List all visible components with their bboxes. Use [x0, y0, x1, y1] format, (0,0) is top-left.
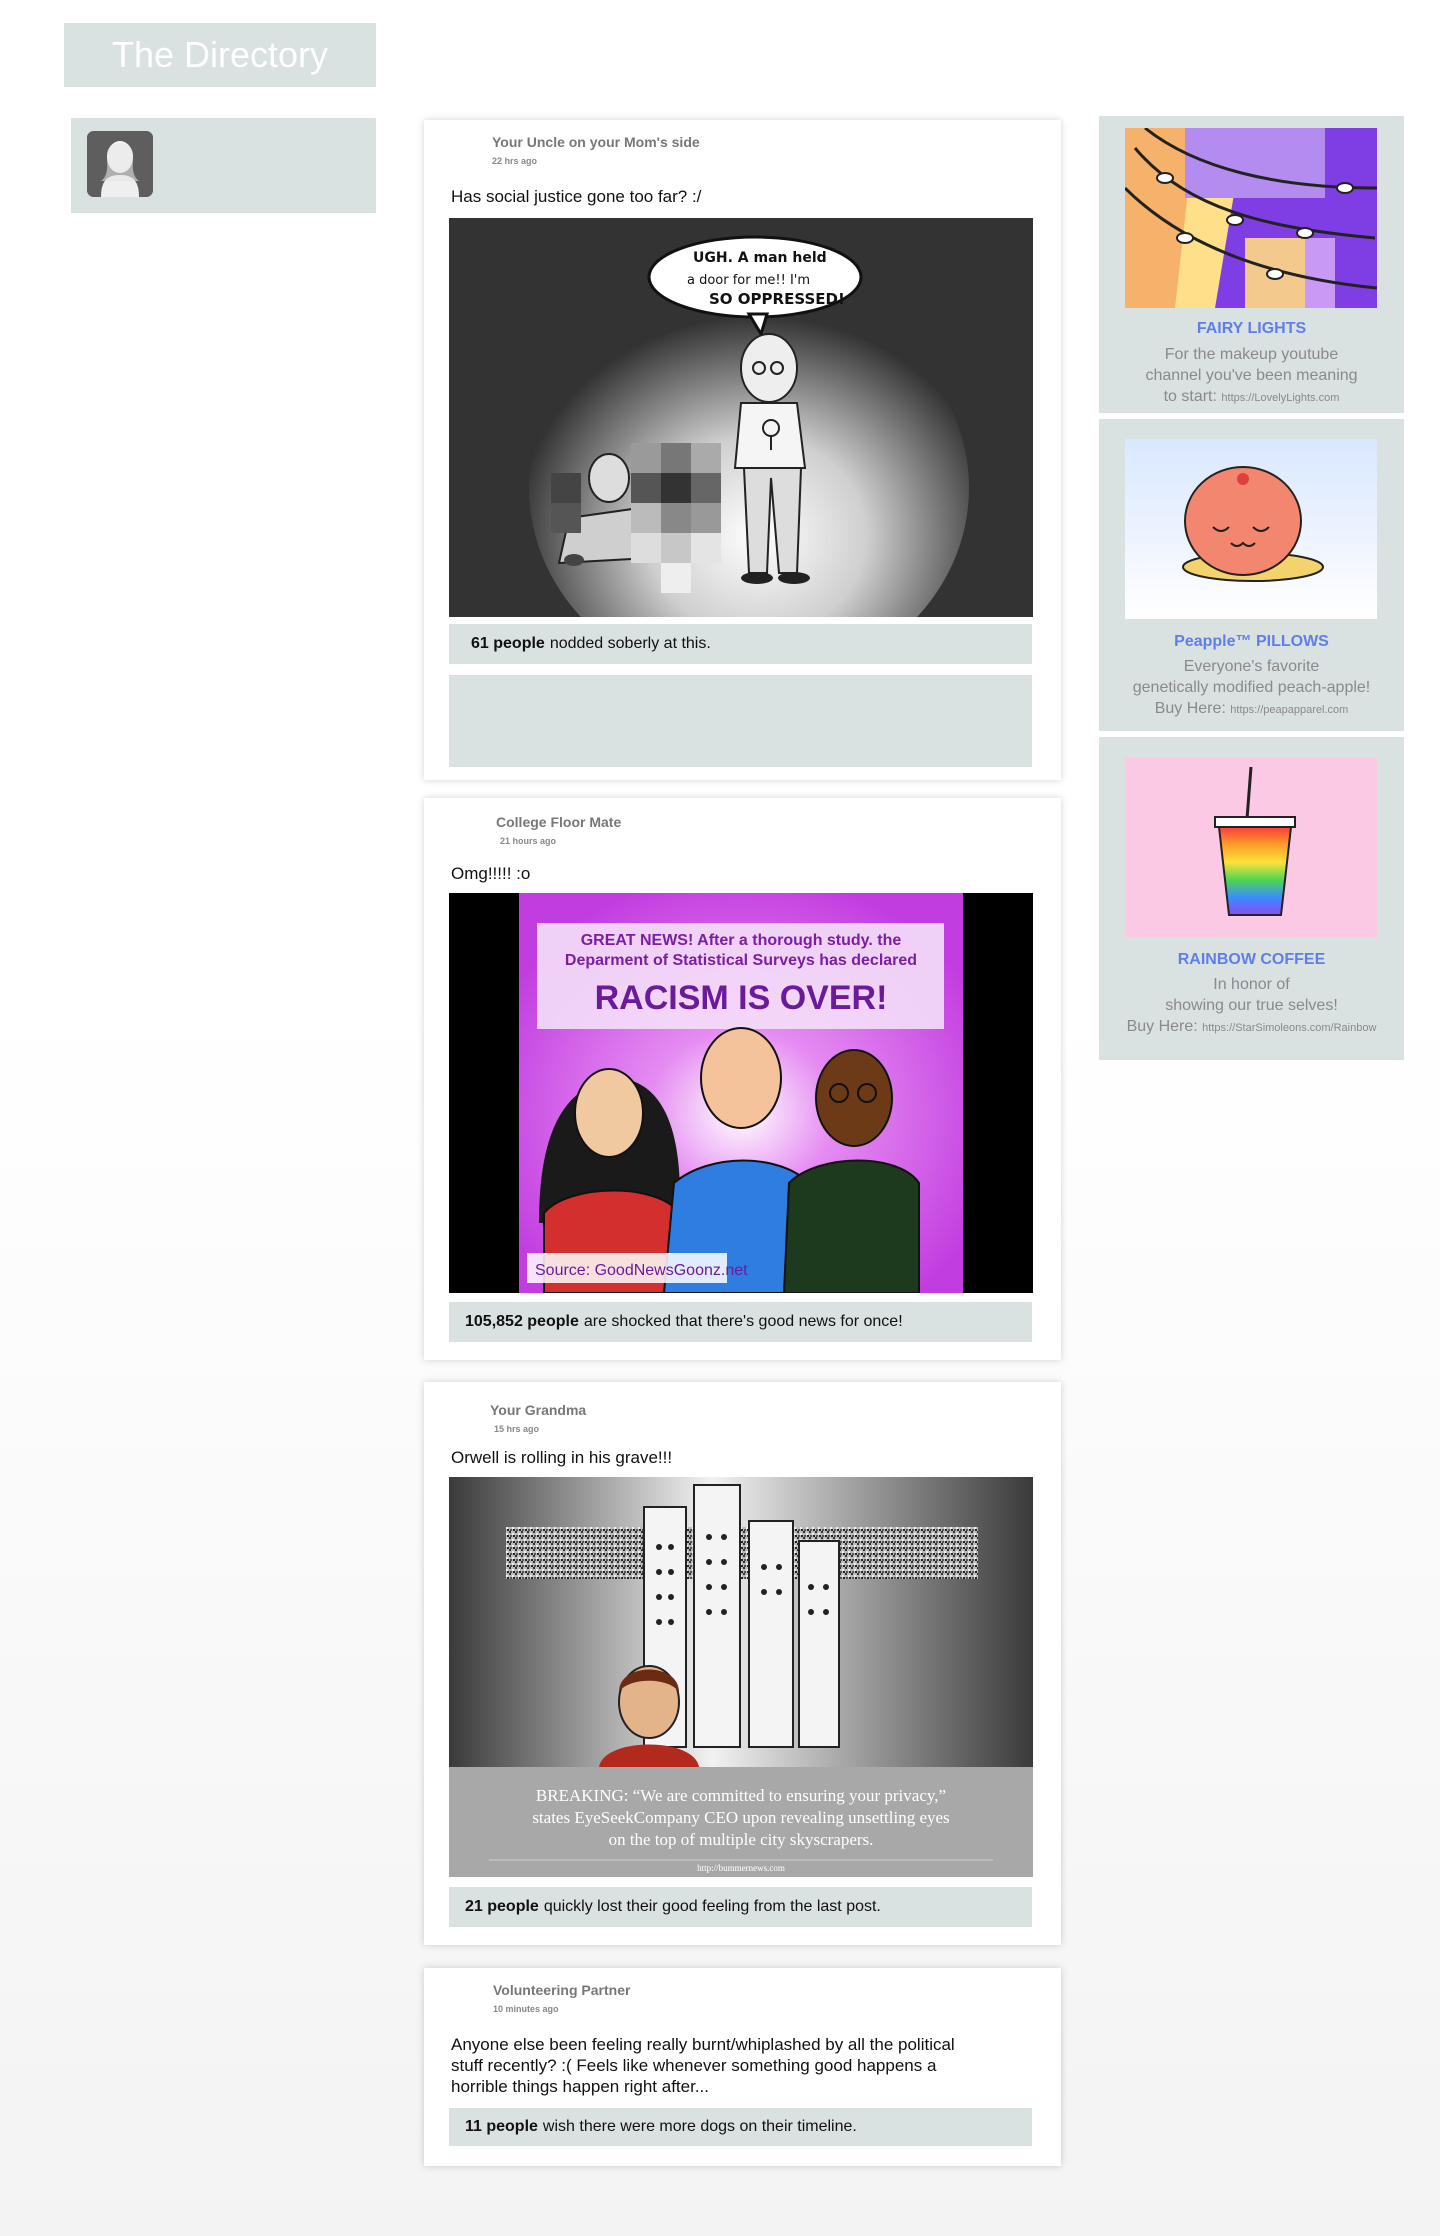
post-card: College Floor Mate 21 hours ago Omg!!!!!… — [424, 798, 1061, 1360]
reaction-text: wish there were more dogs on their timel… — [542, 2118, 857, 2135]
ad-title[interactable]: Peapple™ PILLOWS — [1099, 633, 1404, 651]
post-timestamp: 10 minutes ago — [493, 2004, 559, 2014]
reaction-text: quickly lost their good feeling from the… — [543, 1898, 881, 1915]
post-timestamp: 21 hours ago — [500, 836, 557, 846]
reaction-count: 21 people — [465, 1898, 539, 1915]
news-source: Source: GoodNewsGoonz.net — [535, 1262, 748, 1279]
headline-big: RACISM IS OVER! — [595, 979, 888, 1017]
ad-link[interactable]: https://StarSimoleons.com/Rainbow — [1202, 1022, 1376, 1034]
ad-link[interactable]: https://LovelyLights.com — [1221, 392, 1339, 404]
app-title-bar[interactable]: The Directory — [64, 23, 376, 87]
ad-description: In honor of showing our true selves! Buy… — [1126, 976, 1377, 1035]
ad-card[interactable]: Peapple™ PILLOWS Everyone's favorite gen… — [1099, 419, 1404, 731]
post-card: Your Uncle on your Mom's side 22 hrs ago… — [424, 120, 1061, 780]
post-author[interactable]: College Floor Mate — [496, 814, 621, 830]
post-author[interactable]: Your Uncle on your Mom's side — [492, 134, 700, 150]
ad-link[interactable]: https://peapapparel.com — [1230, 704, 1348, 716]
app-title: The Directory — [111, 34, 329, 75]
post-caption: Omg!!!!! :o — [451, 864, 531, 883]
news-url: http://bummernews.com — [697, 1863, 785, 1873]
news-illustration: BREAKING: “We are committed to ensuring … — [449, 1477, 1033, 1877]
post-card: Volunteering Partner 10 minutes ago Anyo… — [424, 1968, 1061, 2166]
post-caption: Anyone else been feeling really burnt/wh… — [451, 2035, 955, 2096]
fairy-lights-image — [1125, 128, 1377, 308]
avatar[interactable] — [87, 131, 153, 197]
post-author[interactable]: Your Grandma — [490, 1402, 586, 1418]
post-timestamp: 22 hrs ago — [492, 156, 538, 166]
reaction-count: 61 people — [471, 635, 545, 652]
post-image-news[interactable]: GREAT NEWS! After a thorough study. the … — [449, 893, 1033, 1293]
headline-line: GREAT NEWS! After a thorough study. the — [581, 932, 902, 949]
post-image-comic[interactable]: UGH. A man held a door for me!! I'm SO O… — [449, 218, 1033, 617]
post-author[interactable]: Volunteering Partner — [493, 1982, 630, 1998]
news-line: states EyeSeekCompany CEO upon revealing… — [532, 1808, 949, 1827]
comic-text: UGH. A man held — [693, 250, 827, 266]
post-image-news[interactable]: BREAKING: “We are committed to ensuring … — [449, 1477, 1033, 1877]
ad-card[interactable]: RAINBOW COFFEE In honor of showing our t… — [1099, 737, 1404, 1060]
comic-text: SO OPPRESSED! — [709, 290, 845, 308]
reaction-bar[interactable]: 21 people quickly lost their good feelin… — [449, 1887, 1032, 1927]
news-line: BREAKING: “We are committed to ensuring … — [536, 1786, 946, 1805]
default-user-icon — [87, 131, 153, 197]
reaction-bar[interactable]: 61 people nodded soberly at this. — [449, 624, 1032, 664]
ad-title[interactable]: RAINBOW COFFEE — [1099, 951, 1404, 969]
news-line: on the top of multiple city skyscrapers. — [609, 1830, 874, 1849]
reaction-count: 11 people — [465, 2118, 538, 2135]
reaction-bar[interactable]: 11 people wish there were more dogs on t… — [449, 2108, 1032, 2146]
post-card: Your Grandma 15 hrs ago Orwell is rollin… — [424, 1382, 1061, 1945]
post-timestamp: 15 hrs ago — [494, 1424, 540, 1434]
reaction-text: nodded soberly at this. — [549, 635, 711, 652]
reaction-bar[interactable]: 105,852 people are shocked that there's … — [449, 1302, 1032, 1342]
profile-card — [71, 118, 376, 213]
ad-description: Everyone's favorite genetically modified… — [1132, 658, 1371, 717]
ad-description: For the makeup youtube channel you've be… — [1145, 346, 1358, 405]
news-illustration: GREAT NEWS! After a thorough study. the … — [449, 893, 1033, 1293]
comic-illustration: UGH. A man held a door for me!! I'm SO O… — [449, 218, 1033, 617]
headline-line: Deparment of Statistical Surveys has dec… — [565, 952, 917, 969]
rainbow-drink-image — [1125, 757, 1377, 937]
reaction-count: 105,852 people — [465, 1313, 579, 1330]
post-caption: Orwell is rolling in his grave!!! — [451, 1448, 673, 1467]
peach-pillow-image — [1125, 439, 1377, 619]
comment-box[interactable] — [449, 675, 1032, 767]
comic-text: a door for me!! I'm — [687, 273, 810, 288]
reaction-text: are shocked that there's good news for o… — [583, 1313, 903, 1330]
post-caption: Has social justice gone too far? :/ — [451, 187, 702, 206]
ad-title[interactable]: FAIRY LIGHTS — [1099, 320, 1404, 338]
ad-card[interactable]: FAIRY LIGHTS For the makeup youtube chan… — [1099, 116, 1404, 413]
